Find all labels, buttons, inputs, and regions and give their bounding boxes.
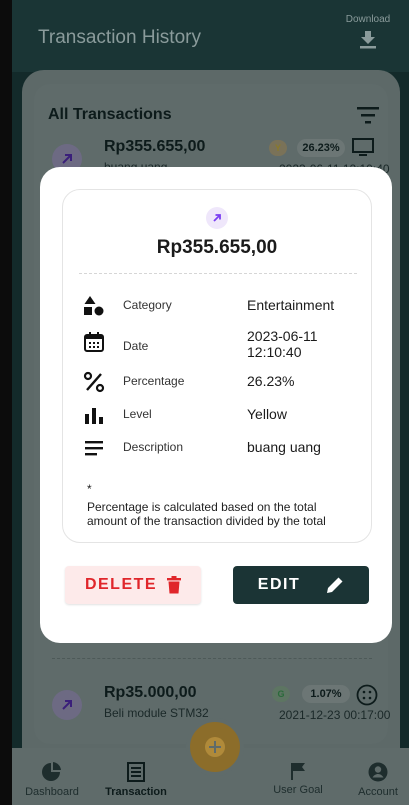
trash-icon: [167, 576, 182, 594]
detail-label: Date: [123, 339, 149, 353]
detail-date-day: 2023-06-11: [247, 328, 318, 344]
notes-icon: [85, 441, 103, 456]
detail-divider: [79, 273, 357, 274]
modal-overlay: Rp355.655,00 Category Entertainment Date: [0, 0, 409, 805]
note-asterisk: *: [87, 482, 92, 496]
arrow-up-right-icon: [206, 207, 228, 229]
detail-value: buang uang: [247, 439, 321, 455]
detail-amount: Rp355.655,00: [156, 237, 278, 258]
transaction-detail-dialog: Rp355.655,00 Category Entertainment Date: [40, 167, 392, 643]
detail-label: Level: [123, 407, 152, 421]
detail-label: Description: [123, 440, 184, 454]
detail-value: Yellow: [247, 406, 287, 422]
calendar-icon: [84, 332, 104, 352]
detail-value: 2023-06-11 12:10:40 2023-06-11 12:10:40: [247, 328, 318, 360]
percentage-note: * Percentage is calculated based on the …: [87, 482, 357, 528]
shapes-icon: [84, 296, 104, 316]
detail-label: Percentage: [123, 374, 185, 388]
bar-chart-icon: [85, 408, 103, 424]
edit-label: EDIT: [257, 576, 301, 593]
percent-icon: [83, 371, 105, 393]
edit-button[interactable]: EDIT: [233, 566, 369, 604]
detail-value: 26.23%: [247, 373, 295, 389]
delete-button[interactable]: DELETE: [65, 566, 201, 604]
note-text: Percentage is calculated based on the to…: [87, 500, 326, 528]
pencil-icon: [327, 577, 343, 593]
detail-date-time: 12:10:40: [247, 344, 302, 360]
transaction-detail-card: Rp355.655,00 Category Entertainment Date: [62, 189, 372, 543]
detail-value: Entertainment: [247, 297, 335, 313]
detail-label: Category: [123, 298, 172, 312]
delete-label: DELETE: [84, 576, 158, 593]
